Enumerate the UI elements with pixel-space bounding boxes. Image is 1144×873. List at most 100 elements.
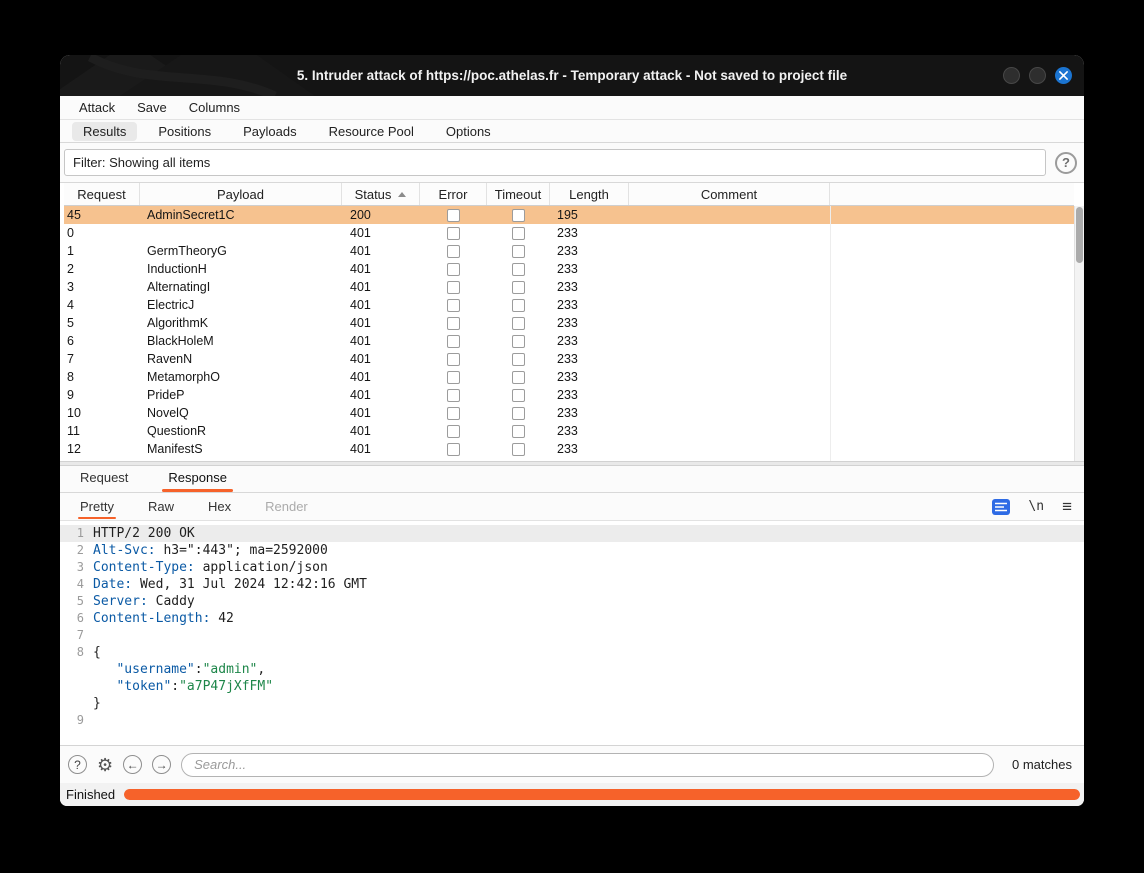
error-checkbox[interactable]	[447, 389, 460, 402]
timeout-checkbox[interactable]	[512, 371, 525, 384]
timeout-checkbox[interactable]	[512, 389, 525, 402]
error-checkbox[interactable]	[447, 209, 460, 222]
error-checkbox[interactable]	[447, 299, 460, 312]
maximize-button[interactable]	[1029, 67, 1046, 84]
table-scrollbar[interactable]	[1074, 206, 1084, 461]
column-header-request[interactable]: Request	[64, 183, 140, 205]
error-checkbox[interactable]	[447, 245, 460, 258]
tab-options[interactable]: Options	[435, 122, 502, 141]
code-segment: h3=":443"; ma=2592000	[156, 543, 328, 558]
cell-filler	[830, 206, 1074, 224]
editor-menu-icon[interactable]: ≡	[1062, 498, 1072, 515]
tab-resource-pool[interactable]: Resource Pool	[318, 122, 425, 141]
table-row[interactable]: 6BlackHoleM401233	[64, 332, 1074, 350]
error-checkbox[interactable]	[447, 353, 460, 366]
next-match-icon[interactable]: →	[152, 755, 171, 774]
menu-item-columns[interactable]: Columns	[180, 98, 249, 117]
message-tabs: Request Response	[60, 466, 1084, 493]
code-segment: {	[93, 645, 101, 660]
timeout-checkbox[interactable]	[512, 443, 525, 456]
column-header-payload[interactable]: Payload	[140, 183, 342, 205]
error-checkbox[interactable]	[447, 371, 460, 384]
timeout-checkbox[interactable]	[512, 245, 525, 258]
editor-tab-pretty[interactable]: Pretty	[74, 494, 120, 520]
menu-item-save[interactable]: Save	[128, 98, 176, 117]
column-header-status[interactable]: Status	[342, 183, 420, 205]
menu-item-attack[interactable]: Attack	[70, 98, 124, 117]
timeout-checkbox[interactable]	[512, 227, 525, 240]
cell-filler	[830, 296, 1074, 314]
tab-results[interactable]: Results	[72, 122, 137, 141]
minimize-button[interactable]	[1003, 67, 1020, 84]
table-row[interactable]: 8MetamorphO401233	[64, 368, 1074, 386]
search-input[interactable]	[181, 753, 994, 777]
editor-tab-render[interactable]: Render	[259, 494, 314, 520]
cell-comment	[629, 440, 830, 458]
column-label: Payload	[217, 187, 264, 202]
show-newlines-icon[interactable]: \n	[1028, 499, 1044, 514]
error-checkbox[interactable]	[447, 281, 460, 294]
timeout-checkbox[interactable]	[512, 299, 525, 312]
pretty-print-icon[interactable]	[992, 499, 1010, 515]
search-settings-icon[interactable]: ⚙	[97, 756, 113, 774]
results-table-header: Request Payload Status Error Timeout LengthCo…	[64, 183, 1074, 206]
code-segment: Content-Length:	[93, 611, 210, 626]
error-checkbox[interactable]	[447, 335, 460, 348]
table-row[interactable]: 4ElectricJ401233	[64, 296, 1074, 314]
tab-positions[interactable]: Positions	[147, 122, 222, 141]
table-row[interactable]: 9PrideP401233	[64, 386, 1074, 404]
table-row[interactable]: 0401233	[64, 224, 1074, 242]
close-button[interactable]	[1055, 67, 1072, 84]
timeout-checkbox[interactable]	[512, 263, 525, 276]
cell-filler	[830, 242, 1074, 260]
filter-help-icon[interactable]: ?	[1055, 152, 1077, 174]
table-column-divider	[830, 206, 831, 461]
editor-tab-hex[interactable]: Hex	[202, 494, 237, 520]
timeout-checkbox[interactable]	[512, 335, 525, 348]
timeout-checkbox[interactable]	[512, 317, 525, 330]
message-tab-response[interactable]: Response	[162, 470, 233, 492]
code-segment: "username"	[116, 662, 194, 677]
error-checkbox[interactable]	[447, 227, 460, 240]
timeout-checkbox[interactable]	[512, 407, 525, 420]
error-checkbox[interactable]	[447, 263, 460, 276]
message-tab-request[interactable]: Request	[74, 470, 134, 492]
timeout-checkbox[interactable]	[512, 425, 525, 438]
cell-comment	[629, 368, 830, 386]
table-row[interactable]: 7RavenN401233	[64, 350, 1074, 368]
editor-tab-raw[interactable]: Raw	[142, 494, 180, 520]
column-header-length[interactable]: Length	[550, 183, 629, 205]
column-header-timeout[interactable]: Timeout	[487, 183, 550, 205]
table-row[interactable]: 10NovelQ401233	[64, 404, 1074, 422]
column-label: Timeout	[495, 187, 541, 202]
column-header-comment[interactable]: Comment	[629, 183, 830, 205]
cell-payload: AdminSecret1C	[140, 206, 342, 224]
table-row[interactable]: 5AlgorithmK401233	[64, 314, 1074, 332]
error-checkbox[interactable]	[447, 407, 460, 420]
titlebar[interactable]: 5. Intruder attack of https://poc.athela…	[60, 55, 1084, 96]
cell-comment	[629, 278, 830, 296]
column-header-error[interactable]: Error	[420, 183, 487, 205]
filter-bar[interactable]: Filter: Showing all items	[64, 149, 1046, 176]
tab-payloads[interactable]: Payloads	[232, 122, 307, 141]
search-help-icon[interactable]: ?	[68, 755, 87, 774]
table-scrollbar-thumb[interactable]	[1076, 207, 1083, 263]
table-row[interactable]: 11QuestionR401233	[64, 422, 1074, 440]
table-row[interactable]: 3AlternatingI401233	[64, 278, 1074, 296]
prev-match-icon[interactable]: ←	[123, 755, 142, 774]
table-row[interactable]: 2InductionH401233	[64, 260, 1074, 278]
error-checkbox[interactable]	[447, 317, 460, 330]
response-editor[interactable]: 1HTTP/2 200 OK2Alt-Svc: h3=":443"; ma=25…	[60, 520, 1084, 745]
error-checkbox[interactable]	[447, 425, 460, 438]
timeout-checkbox[interactable]	[512, 281, 525, 294]
timeout-checkbox[interactable]	[512, 209, 525, 222]
column-label: Error	[439, 187, 468, 202]
cell-length: 233	[550, 242, 629, 260]
table-row[interactable]: 12ManifestS401233	[64, 440, 1074, 458]
cell-filler	[830, 386, 1074, 404]
timeout-checkbox[interactable]	[512, 353, 525, 366]
editor-line: 1HTTP/2 200 OK	[60, 525, 1084, 542]
table-row[interactable]: 1GermTheoryG401233	[64, 242, 1074, 260]
table-row[interactable]: 45AdminSecret1C200195	[64, 206, 1074, 224]
error-checkbox[interactable]	[447, 443, 460, 456]
